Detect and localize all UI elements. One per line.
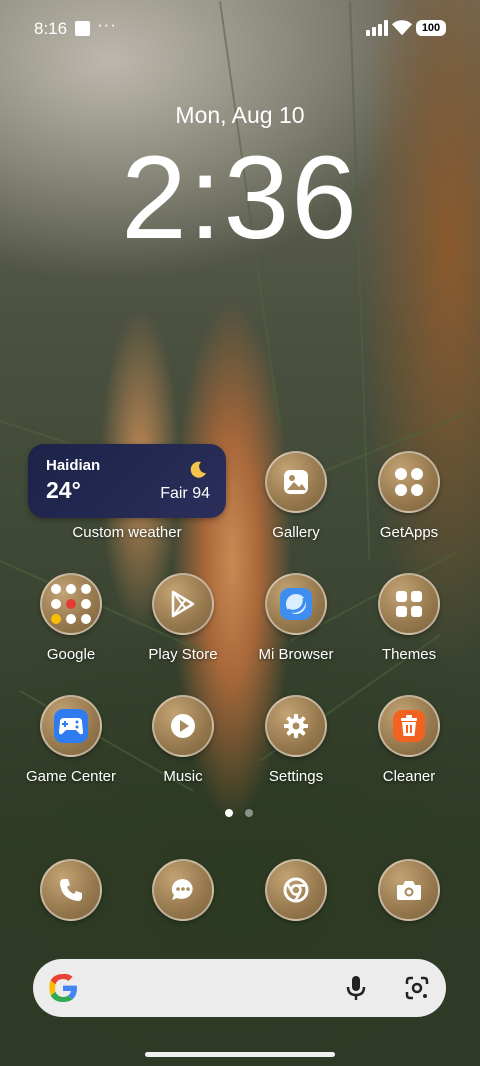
music-app[interactable] xyxy=(152,695,214,757)
camera-app[interactable] xyxy=(378,859,440,921)
clock-widget[interactable]: 2:36 xyxy=(0,130,480,266)
themes-app[interactable] xyxy=(378,573,440,635)
weather-condition: Fair 94 xyxy=(160,485,210,502)
wifi-icon xyxy=(391,20,413,36)
mi-browser-icon xyxy=(280,588,312,620)
settings-label: Settings xyxy=(268,768,324,785)
game-center-label: Game Center xyxy=(25,768,117,785)
camera-icon xyxy=(397,881,421,900)
battery-indicator: 100 xyxy=(416,20,446,36)
page-dot xyxy=(245,809,253,817)
getapps-icon xyxy=(395,468,423,496)
date-label: Mon, Aug 10 xyxy=(175,102,305,128)
messages-app[interactable] xyxy=(152,859,214,921)
google-search-bar[interactable] xyxy=(33,959,446,1017)
play-store-app[interactable] xyxy=(152,573,214,635)
page-dot-active xyxy=(225,809,233,817)
game-center-app[interactable] xyxy=(40,695,102,757)
game-center-icon xyxy=(54,709,88,743)
weather-city: Haidian xyxy=(46,457,101,474)
messages-icon xyxy=(171,878,193,900)
notification-icon xyxy=(75,21,90,36)
getapps-app[interactable] xyxy=(378,451,440,513)
weather-widget[interactable]: Haidian 24° Fair 94 xyxy=(28,444,226,518)
cleaner-app[interactable] xyxy=(378,695,440,757)
gallery-label: Gallery xyxy=(272,524,320,541)
phone-icon xyxy=(60,879,82,901)
moon-icon xyxy=(190,461,206,478)
status-bar: 8:16 ··· 100 xyxy=(0,0,480,56)
google-folder[interactable] xyxy=(40,573,102,635)
cleaner-label: Cleaner xyxy=(382,768,436,785)
chrome-app[interactable] xyxy=(265,859,327,921)
home-indicator[interactable] xyxy=(145,1052,335,1057)
settings-app[interactable] xyxy=(265,695,327,757)
status-time: 8:16 xyxy=(34,19,68,38)
phone-app[interactable] xyxy=(40,859,102,921)
getapps-label: GetApps xyxy=(379,524,439,541)
microphone-icon[interactable] xyxy=(345,975,367,1001)
gear-icon xyxy=(284,714,308,738)
play-store-label: Play Store xyxy=(148,646,218,663)
mi-browser-label: Mi Browser xyxy=(258,646,334,663)
weather-widget-label: Custom weather xyxy=(72,524,182,541)
cleaner-icon xyxy=(393,710,425,742)
music-label: Music xyxy=(163,768,203,785)
weather-temperature: 24° xyxy=(46,477,81,503)
more-notifications-icon: ··· xyxy=(97,15,117,34)
play-store-icon xyxy=(171,590,195,618)
signal-icon xyxy=(366,20,388,36)
google-lens-icon[interactable] xyxy=(405,976,429,1000)
music-icon xyxy=(171,714,195,738)
google-label: Google xyxy=(46,646,96,663)
themes-icon xyxy=(396,591,422,617)
mi-browser-app[interactable] xyxy=(265,573,327,635)
themes-label: Themes xyxy=(381,646,437,663)
google-g-icon xyxy=(49,973,77,1002)
gallery-app[interactable] xyxy=(265,451,327,513)
chrome-icon xyxy=(283,877,309,903)
gallery-icon xyxy=(284,470,308,494)
page-indicator[interactable] xyxy=(225,809,253,817)
google-folder-icon xyxy=(51,584,91,624)
